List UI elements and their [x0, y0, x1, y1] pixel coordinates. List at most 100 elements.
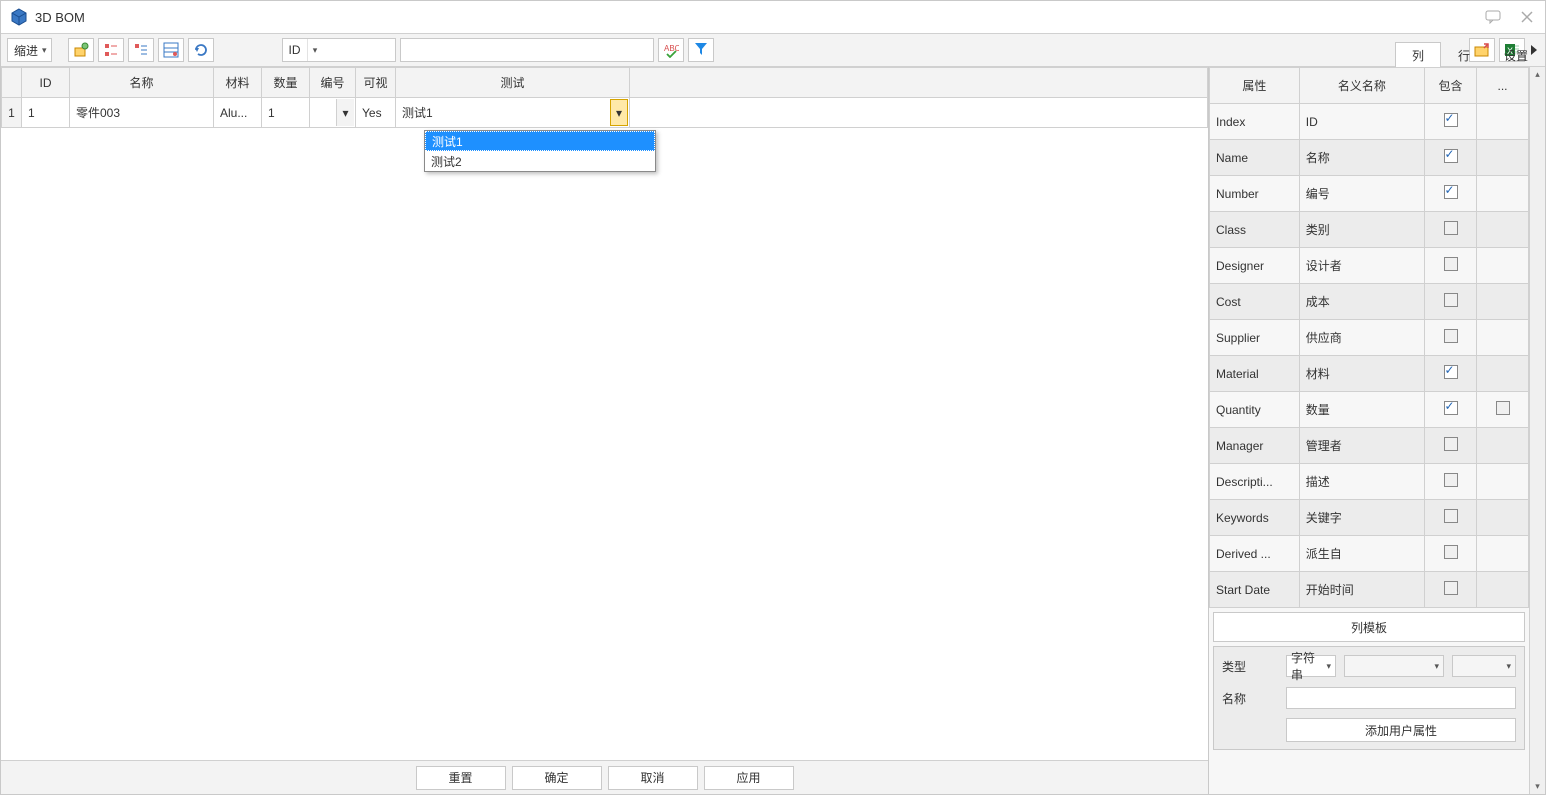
- checkbox-icon[interactable]: [1444, 221, 1458, 235]
- checkbox-icon[interactable]: [1444, 545, 1458, 559]
- indent-button[interactable]: 缩进▾: [7, 38, 52, 62]
- name-input[interactable]: [1286, 687, 1516, 709]
- prop-row[interactable]: Derived ...派生自: [1210, 536, 1529, 572]
- type-combo-3[interactable]: ▾: [1452, 655, 1516, 677]
- prop-header-extra[interactable]: ...: [1477, 68, 1529, 104]
- prop-include[interactable]: [1425, 212, 1477, 248]
- prop-include[interactable]: [1425, 536, 1477, 572]
- prop-row[interactable]: Quantity数量: [1210, 392, 1529, 428]
- prop-include[interactable]: [1425, 428, 1477, 464]
- cell-name[interactable]: 零件003: [70, 98, 214, 128]
- prop-extra[interactable]: [1477, 572, 1529, 608]
- prop-extra[interactable]: [1477, 176, 1529, 212]
- prop-extra[interactable]: [1477, 392, 1529, 428]
- checkbox-icon[interactable]: [1444, 149, 1458, 163]
- tab-rows[interactable]: 行: [1441, 42, 1487, 68]
- search-input[interactable]: [400, 38, 654, 62]
- tool-icon-4[interactable]: [158, 38, 184, 62]
- prop-row[interactable]: Descripti...描述: [1210, 464, 1529, 500]
- prop-row[interactable]: Class类别: [1210, 212, 1529, 248]
- tab-columns[interactable]: 列: [1395, 42, 1441, 68]
- prop-extra[interactable]: [1477, 212, 1529, 248]
- prop-row[interactable]: Manager管理者: [1210, 428, 1529, 464]
- prop-row[interactable]: Supplier供应商: [1210, 320, 1529, 356]
- prop-header-include[interactable]: 包含: [1425, 68, 1477, 104]
- tool-icon-1[interactable]: [68, 38, 94, 62]
- prop-extra[interactable]: [1477, 248, 1529, 284]
- cell-qty[interactable]: 1: [262, 98, 310, 128]
- field-combo[interactable]: ID▾: [282, 38, 396, 62]
- prop-row[interactable]: Name名称: [1210, 140, 1529, 176]
- spellcheck-button[interactable]: ABC: [658, 38, 684, 62]
- tab-settings[interactable]: 设置: [1487, 42, 1545, 68]
- prop-row[interactable]: Designer设计者: [1210, 248, 1529, 284]
- prop-include[interactable]: [1425, 500, 1477, 536]
- checkbox-icon[interactable]: [1444, 509, 1458, 523]
- ok-button[interactable]: 确定: [512, 766, 602, 790]
- prop-include[interactable]: [1425, 464, 1477, 500]
- prop-include[interactable]: [1425, 284, 1477, 320]
- prop-row[interactable]: Keywords关键字: [1210, 500, 1529, 536]
- tool-icon-3[interactable]: [128, 38, 154, 62]
- prop-include[interactable]: [1425, 248, 1477, 284]
- prop-row[interactable]: Cost成本: [1210, 284, 1529, 320]
- prop-extra[interactable]: [1477, 500, 1529, 536]
- prop-row[interactable]: Material材料: [1210, 356, 1529, 392]
- prop-extra[interactable]: [1477, 536, 1529, 572]
- dropdown-option[interactable]: 测试2: [425, 151, 655, 171]
- prop-include[interactable]: [1425, 356, 1477, 392]
- column-template-button[interactable]: 列模板: [1213, 612, 1525, 642]
- right-scrollbar[interactable]: [1529, 67, 1545, 794]
- reset-button[interactable]: 重置: [416, 766, 506, 790]
- prop-extra[interactable]: [1477, 284, 1529, 320]
- col-header-name[interactable]: 名称: [70, 68, 214, 98]
- prop-row[interactable]: Start Date开始时间: [1210, 572, 1529, 608]
- prop-row[interactable]: IndexID: [1210, 104, 1529, 140]
- checkbox-icon[interactable]: [1444, 473, 1458, 487]
- checkbox-icon[interactable]: [1444, 257, 1458, 271]
- cell-number[interactable]: ▾: [310, 98, 356, 128]
- checkbox-icon[interactable]: [1444, 437, 1458, 451]
- test-dropdown[interactable]: 测试1 测试2: [424, 130, 656, 172]
- checkbox-icon[interactable]: [1444, 185, 1458, 199]
- prop-extra[interactable]: [1477, 320, 1529, 356]
- checkbox-icon[interactable]: [1496, 401, 1510, 415]
- cancel-button[interactable]: 取消: [608, 766, 698, 790]
- type-combo-2[interactable]: ▾: [1344, 655, 1444, 677]
- chevron-down-icon[interactable]: ▾: [336, 99, 354, 126]
- checkbox-icon[interactable]: [1444, 113, 1458, 127]
- refresh-button[interactable]: [188, 38, 214, 62]
- prop-extra[interactable]: [1477, 104, 1529, 140]
- col-header-number[interactable]: 编号: [310, 68, 356, 98]
- prop-extra[interactable]: [1477, 140, 1529, 176]
- prop-include[interactable]: [1425, 572, 1477, 608]
- type-combo[interactable]: 字符串▾: [1286, 655, 1336, 677]
- col-header-material[interactable]: 材料: [214, 68, 262, 98]
- col-header-qty[interactable]: 数量: [262, 68, 310, 98]
- cell-id[interactable]: 1: [22, 98, 70, 128]
- col-header-test[interactable]: 测试: [396, 68, 630, 98]
- prop-include[interactable]: [1425, 392, 1477, 428]
- prop-include[interactable]: [1425, 140, 1477, 176]
- filter-button[interactable]: [688, 38, 714, 62]
- checkbox-icon[interactable]: [1444, 365, 1458, 379]
- prop-include[interactable]: [1425, 176, 1477, 212]
- checkbox-icon[interactable]: [1444, 293, 1458, 307]
- checkbox-icon[interactable]: [1444, 329, 1458, 343]
- tool-icon-2[interactable]: [98, 38, 124, 62]
- apply-button[interactable]: 应用: [704, 766, 794, 790]
- col-header-id[interactable]: ID: [22, 68, 70, 98]
- col-header-visible[interactable]: 可视: [356, 68, 396, 98]
- prop-header-attr[interactable]: 属性: [1210, 68, 1300, 104]
- table-row[interactable]: 1 1 零件003 Alu... 1 ▾ Yes 测试1▾: [2, 98, 1208, 128]
- checkbox-icon[interactable]: [1444, 581, 1458, 595]
- prop-row[interactable]: Number编号: [1210, 176, 1529, 212]
- cell-visible[interactable]: Yes: [356, 98, 396, 128]
- prop-include[interactable]: [1425, 320, 1477, 356]
- prop-extra[interactable]: [1477, 464, 1529, 500]
- cell-material[interactable]: Alu...: [214, 98, 262, 128]
- col-header-rownum[interactable]: [2, 68, 22, 98]
- close-icon[interactable]: [1517, 7, 1537, 27]
- feedback-icon[interactable]: [1483, 7, 1503, 27]
- add-user-property-button[interactable]: 添加用户属性: [1286, 718, 1516, 742]
